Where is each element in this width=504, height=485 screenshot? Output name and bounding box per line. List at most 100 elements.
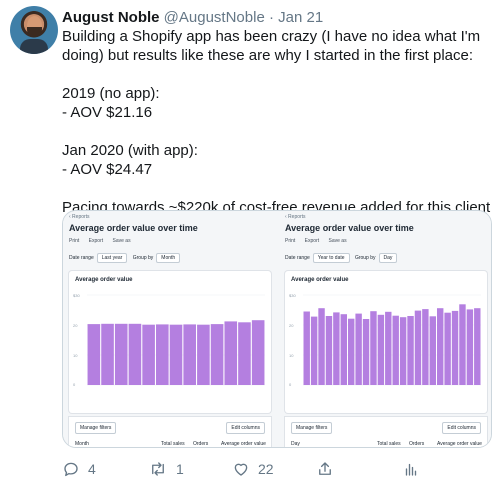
chart-bar [156,324,169,385]
reply-count: 4 [88,461,96,477]
report-filters: Date range Last year Group by Month [69,253,184,263]
save-as-action: Save as [328,238,347,244]
y-tick-label: 0 [73,382,76,387]
chart-bar [238,322,251,385]
manage-filters-button: Manage filters [75,422,117,434]
y-tick-label: 10 [289,353,294,358]
chart-bar [399,317,407,385]
avatar[interactable] [10,6,58,54]
chart-bar [87,324,101,385]
chart-bar [333,312,340,385]
chart-bar [325,316,333,385]
column-header: Orders [409,441,425,447]
report-title: Average order value over time [285,223,414,233]
group-by-label: Group by [354,255,376,261]
chart-bar [474,308,481,385]
author-handle[interactable]: @AugustNoble [164,9,265,26]
export-action: Export [304,238,320,244]
chart-bar [414,310,422,385]
chart-bar [370,311,377,385]
tweet-paragraph: Building a Shopify app has been crazy (I… [62,28,485,64]
tweet: August Noble @AugustNoble · Jan 21 Build… [0,0,504,485]
group-by-select: Month [156,253,181,263]
report-panel-left: ‹ Reports Average order value over time … [63,211,277,447]
chart-bar [385,311,392,385]
tweet-paragraph: 2019 (no app): - AOV $21.16 [62,85,160,121]
chart-bar [251,320,265,385]
bar-chart: $30 20 10 0 [73,293,265,387]
author-name[interactable]: August Noble [62,9,160,26]
share-icon [319,462,331,475]
avatar-shirt [20,39,48,54]
chart-bar [340,314,347,385]
avatar-beard [27,27,42,37]
chart-bar [422,309,429,385]
analytics-button[interactable] [402,458,420,480]
chart-bar [224,321,238,385]
retweet-count: 1 [176,461,184,477]
chart-bar [392,315,399,385]
share-button[interactable] [316,458,334,480]
like-button[interactable]: 22 [232,458,274,480]
report-panel-right: ‹ Reports Average order value over time … [279,211,491,447]
chart-card: Average order value $30 20 10 0 [285,271,487,413]
bar-chart: $30 20 10 0 [289,293,481,387]
separator-dot: · [268,9,274,26]
print-action: Print [285,238,296,244]
table-toolbar: Manage filters Edit columns Month Total … [69,417,271,447]
edit-columns-button: Edit columns [442,422,481,434]
column-header: Month [75,441,89,447]
y-tick-label: 10 [73,353,78,358]
edit-columns-button: Edit columns [226,422,265,434]
y-tick-label: 20 [289,323,294,328]
chart-bar [128,323,142,385]
chart-title: Average order value [291,277,349,283]
chart-bar [355,313,362,385]
chart-bar [101,323,114,385]
chart-bar [303,311,310,385]
chart-bar [459,304,466,385]
chart-bar [210,324,224,385]
group-by-select: Day [378,253,398,263]
breadcrumb: ‹ Reports [69,214,90,220]
chart-bar [466,309,474,385]
tweet-media[interactable]: ‹ Reports Average order value over time … [62,210,492,448]
y-tick-label: 20 [73,323,78,328]
chart-bar [183,324,196,385]
retweet-button[interactable]: 1 [148,458,184,480]
chart-bar [377,314,385,385]
chart-bar [318,308,325,385]
column-header: Total sales [377,441,401,447]
column-header: Average order value [221,441,266,447]
report-title: Average order value over time [69,223,198,233]
save-as-action: Save as [112,238,131,244]
like-count: 22 [258,461,274,477]
breadcrumb: ‹ Reports [285,214,306,220]
reply-button[interactable]: 4 [62,458,96,480]
report-filters: Date range Year to date Group by Day [285,253,401,263]
chart-bar [444,312,451,385]
chart-title: Average order value [75,277,133,283]
tweet-paragraph: Jan 2020 (with app): - AOV $24.47 [62,142,198,178]
print-action: Print [69,238,80,244]
column-header: Average order value [437,441,482,447]
date-range-select: Year to date [312,253,350,263]
chart-bar [451,310,459,385]
manage-filters-button: Manage filters [291,422,333,434]
chart-bar [362,319,370,385]
tweet-date[interactable]: Jan 21 [278,9,323,26]
chart-bar [429,316,436,385]
reply-icon [64,462,78,477]
chart-bar [437,308,444,385]
retweet-icon [152,462,164,476]
export-action: Export [88,238,104,244]
chart-bar [142,324,155,385]
y-tick-label: $30 [289,293,296,298]
chart-bar [310,316,318,385]
analytics-icon [405,463,417,476]
chart-bar [114,323,128,385]
column-header: Orders [193,441,209,447]
table-toolbar: Manage filters Edit columns Day Total sa… [285,417,487,447]
chart-bar [169,324,183,385]
tweet-header: August Noble @AugustNoble · Jan 21 [62,8,323,27]
